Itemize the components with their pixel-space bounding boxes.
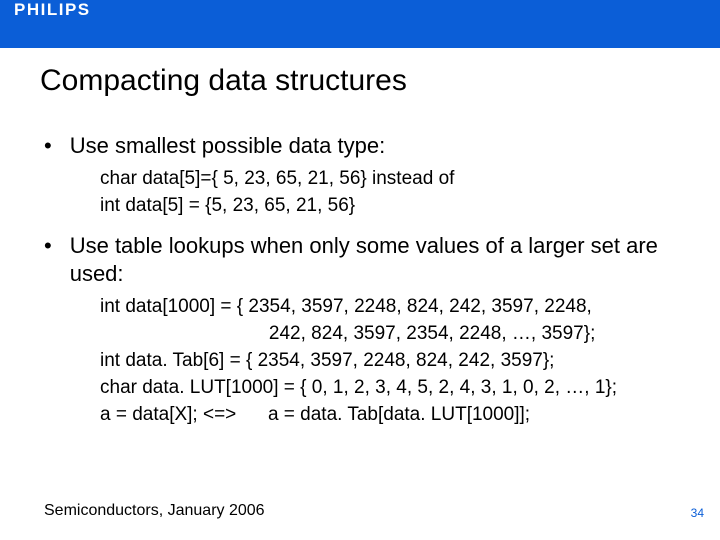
header-bar: PHILIPS bbox=[0, 0, 720, 48]
bullet-2-sub-3: int data. Tab[6] = { 2354, 3597, 2248, 8… bbox=[100, 348, 676, 373]
bullet-1: • Use smallest possible data type: bbox=[44, 132, 676, 160]
bullet-dot-icon: • bbox=[44, 232, 52, 260]
slide-title: Compacting data structures bbox=[40, 64, 720, 98]
bullet-1-sub-1: char data[5]={ 5, 23, 65, 21, 56} instea… bbox=[100, 166, 676, 191]
bullet-2-text: Use table lookups when only some values … bbox=[70, 232, 676, 288]
bullet-1-text: Use smallest possible data type: bbox=[70, 132, 386, 160]
page-number: 34 bbox=[691, 506, 704, 520]
slide-body: • Use smallest possible data type: char … bbox=[0, 98, 720, 427]
bullet-dot-icon: • bbox=[44, 132, 52, 160]
bullet-2-sub-1: int data[1000] = { 2354, 3597, 2248, 824… bbox=[100, 294, 676, 319]
bullet-1-sub-2: int data[5] = {5, 23, 65, 21, 56} bbox=[100, 193, 676, 218]
philips-logo: PHILIPS bbox=[10, 0, 95, 28]
footer-text: Semiconductors, January 2006 bbox=[44, 502, 265, 520]
bullet-2-sub-4: char data. LUT[1000] = { 0, 1, 2, 3, 4, … bbox=[100, 375, 676, 400]
bullet-2: • Use table lookups when only some value… bbox=[44, 232, 676, 288]
bullet-2-sub-2: 242, 824, 3597, 2354, 2248, …, 3597}; bbox=[100, 321, 676, 346]
bullet-2-sub-5: a = data[X]; <=> a = data. Tab[data. LUT… bbox=[100, 402, 676, 427]
